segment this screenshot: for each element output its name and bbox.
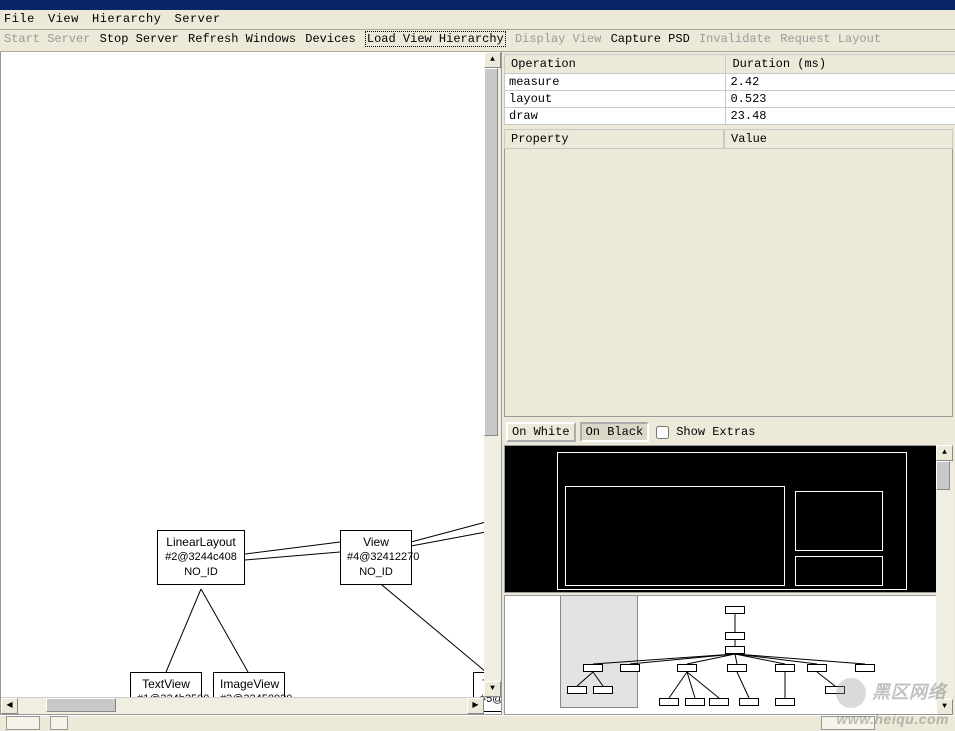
- table-row: measure2.42: [505, 74, 955, 91]
- hierarchy-canvas-pane[interactable]: LinearLayout #2@3244c408 NO_ID View #4@3…: [0, 52, 502, 715]
- table-row: draw23.48: [505, 108, 955, 125]
- bottom-btn-3[interactable]: [821, 716, 875, 730]
- scrollbar-h[interactable]: ◀ ▶: [1, 697, 484, 714]
- menubar: File View Hierarchy Server: [0, 10, 955, 30]
- toolbar: Start Server Stop Server Refresh Windows…: [0, 30, 955, 52]
- tb-start-server: Start Server: [4, 32, 90, 46]
- node-title: ImageView: [220, 677, 278, 692]
- show-extras-checkbox[interactable]: [656, 426, 669, 439]
- prop-header[interactable]: Property: [504, 129, 724, 149]
- scrollbar-v[interactable]: ▲ ▼: [484, 52, 501, 697]
- tb-request-layout: Request Layout: [780, 32, 881, 46]
- scroll-left-btn[interactable]: ◀: [1, 698, 18, 714]
- tb-refresh-windows[interactable]: Refresh Windows: [188, 32, 296, 46]
- node-title: TextView: [137, 677, 195, 692]
- right-pane: Operation Duration (ms) measure2.42 layo…: [502, 52, 955, 715]
- scroll-down-btn[interactable]: ▼: [484, 681, 501, 697]
- tb-devices[interactable]: Devices: [305, 32, 355, 46]
- tb-stop-server[interactable]: Stop Server: [100, 32, 179, 46]
- dur-header[interactable]: Duration (ms): [726, 55, 955, 74]
- preview-black[interactable]: [504, 445, 953, 593]
- operation-table: Operation Duration (ms) measure2.42 layo…: [504, 54, 955, 125]
- menu-file[interactable]: File: [4, 12, 35, 26]
- bottom-bar: [0, 715, 955, 731]
- on-white-button[interactable]: On White: [506, 422, 576, 442]
- node-id: #2@3244c408: [164, 550, 238, 565]
- preview-minimap[interactable]: [504, 595, 953, 715]
- preview-scrollbar-v[interactable]: ▲ ▼: [936, 445, 953, 715]
- table-row: layout0.523: [505, 91, 955, 108]
- scroll-down-btn[interactable]: ▼: [936, 699, 953, 715]
- menu-hierarchy[interactable]: Hierarchy: [92, 12, 161, 26]
- preview-controls: On White On Black Show Extras: [502, 419, 955, 445]
- node-id: #4@32412270: [347, 550, 405, 565]
- tree-node-view[interactable]: View #4@32412270 NO_ID: [340, 530, 412, 585]
- node-id2: NO_ID: [164, 565, 238, 580]
- menu-server[interactable]: Server: [175, 12, 221, 26]
- tb-load-view-hierarchy[interactable]: Load View Hierarchy: [365, 31, 506, 47]
- op-header[interactable]: Operation: [505, 55, 726, 74]
- property-panel: Property Value: [504, 129, 953, 417]
- bottom-btn-2[interactable]: [50, 716, 68, 730]
- bottom-btn-1[interactable]: [6, 716, 40, 730]
- tree-node-linearlayout[interactable]: LinearLayout #2@3244c408 NO_ID: [157, 530, 245, 585]
- scroll-right-btn[interactable]: ▶: [467, 698, 484, 714]
- value-header[interactable]: Value: [724, 129, 953, 149]
- scroll-up-btn[interactable]: ▲: [484, 52, 501, 68]
- scroll-up-btn[interactable]: ▲: [936, 445, 953, 461]
- menu-view[interactable]: View: [48, 12, 79, 26]
- titlebar: [0, 0, 955, 10]
- show-extras-label: Show Extras: [676, 425, 755, 439]
- on-black-button[interactable]: On Black: [580, 422, 650, 442]
- tb-display-view: Display View: [515, 32, 601, 46]
- tb-capture-psd[interactable]: Capture PSD: [611, 32, 690, 46]
- node-title: LinearLayout: [164, 535, 238, 550]
- node-id2: NO_ID: [347, 565, 405, 580]
- tb-invalidate: Invalidate: [699, 32, 771, 46]
- node-title: View: [347, 535, 405, 550]
